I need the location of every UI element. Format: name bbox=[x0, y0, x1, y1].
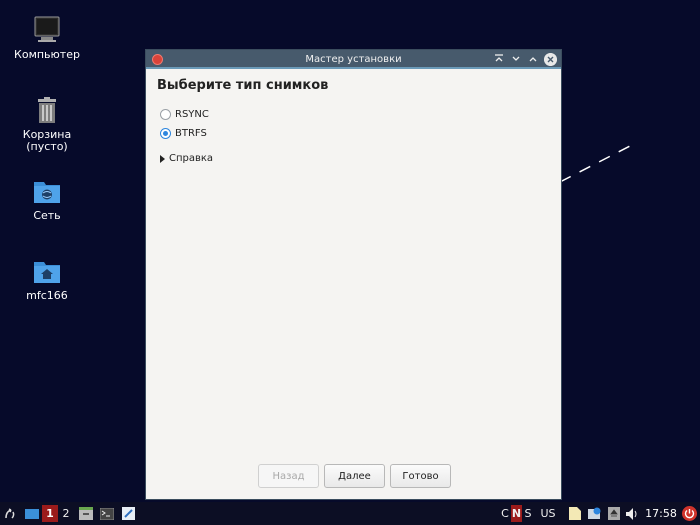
radio-button[interactable] bbox=[160, 109, 171, 120]
desktop-icon bbox=[25, 508, 39, 519]
workspace-1[interactable]: 1 bbox=[42, 505, 58, 522]
desktop-icon-network[interactable]: Сеть bbox=[0, 176, 94, 222]
dialog-buttons: Назад Далее Готово bbox=[258, 464, 451, 488]
clock[interactable]: 17:58 bbox=[644, 505, 678, 522]
home-folder-icon bbox=[34, 262, 60, 283]
show-desktop-button[interactable] bbox=[24, 505, 40, 522]
eject-icon bbox=[608, 507, 620, 520]
updates-tray[interactable] bbox=[587, 505, 601, 522]
volume-icon bbox=[625, 507, 636, 520]
radio-option-rsync[interactable]: RSYNC bbox=[160, 105, 550, 124]
updates-icon bbox=[587, 507, 600, 519]
notes-tray[interactable] bbox=[568, 505, 582, 522]
workspace-2[interactable]: 2 bbox=[60, 505, 72, 522]
desktop-icon-computer[interactable]: Компьютер bbox=[0, 15, 94, 61]
kbd-indicator-scroll: S bbox=[524, 507, 532, 520]
radio-button-checked[interactable] bbox=[160, 128, 171, 139]
minimize-button[interactable] bbox=[509, 52, 523, 66]
close-button[interactable] bbox=[543, 52, 557, 66]
notes-icon bbox=[569, 507, 581, 520]
keyboard-layout[interactable]: US bbox=[538, 505, 558, 522]
terminal-launcher[interactable] bbox=[99, 505, 115, 522]
volume-tray[interactable] bbox=[625, 505, 639, 522]
file-manager-icon bbox=[79, 507, 93, 520]
kbd-indicator-num: N bbox=[511, 505, 522, 522]
desktop-icon-label: Компьютер bbox=[14, 48, 80, 61]
close-icon bbox=[543, 52, 557, 66]
desktop-icon-trash[interactable]: Корзина (пусто) bbox=[0, 95, 94, 153]
power-button[interactable] bbox=[681, 505, 697, 522]
wallpaper-streak bbox=[560, 145, 631, 183]
power-icon bbox=[681, 506, 697, 521]
desktop-icon-sublabel: (пусто) bbox=[26, 140, 68, 153]
desktop-icon-label: Сеть bbox=[33, 209, 61, 222]
removable-media-tray[interactable] bbox=[607, 505, 621, 522]
menu-button[interactable] bbox=[2, 505, 18, 522]
kbd-indicator-caps: C bbox=[501, 507, 509, 520]
maximize-button[interactable] bbox=[526, 52, 540, 66]
page-heading: Выберите тип снимков bbox=[157, 78, 329, 93]
app-menu-icon bbox=[5, 507, 15, 519]
network-folder-icon bbox=[34, 182, 60, 203]
shade-button[interactable] bbox=[492, 52, 506, 66]
file-manager-launcher[interactable] bbox=[78, 505, 94, 522]
window-content: Выберите тип снимков RSYNC BTRFS Справка bbox=[146, 69, 561, 172]
chevron-down-icon bbox=[512, 56, 520, 61]
taskbar: 1 2 C N S US 17:58 bbox=[0, 502, 700, 525]
computer-icon bbox=[34, 16, 60, 42]
terminal-icon bbox=[100, 507, 114, 520]
triangle-right-icon bbox=[160, 154, 165, 163]
expander-label: Справка bbox=[169, 153, 214, 164]
window-titlebar[interactable]: Мастер установки bbox=[146, 50, 561, 69]
app-icon bbox=[152, 54, 163, 65]
chevron-up-icon bbox=[529, 57, 537, 62]
editor-launcher[interactable] bbox=[120, 505, 136, 522]
radio-label: RSYNC bbox=[175, 109, 209, 120]
trash-icon bbox=[38, 97, 56, 123]
installer-window: Мастер установки Выберите тип снимков RS… bbox=[145, 49, 562, 500]
radio-label: BTRFS bbox=[175, 128, 207, 139]
desktop-icon-label: mfc166 bbox=[26, 289, 68, 302]
radio-option-btrfs[interactable]: BTRFS bbox=[160, 124, 550, 143]
next-button[interactable]: Далее bbox=[324, 464, 385, 488]
help-expander[interactable]: Справка bbox=[160, 153, 550, 164]
done-button[interactable]: Готово bbox=[390, 464, 451, 488]
desktop-icon-home[interactable]: mfc166 bbox=[0, 256, 94, 302]
double-chevron-up-icon bbox=[495, 54, 503, 62]
window-title: Мастер установки bbox=[305, 54, 402, 65]
text-editor-icon bbox=[121, 507, 135, 520]
back-button[interactable]: Назад bbox=[258, 464, 319, 488]
